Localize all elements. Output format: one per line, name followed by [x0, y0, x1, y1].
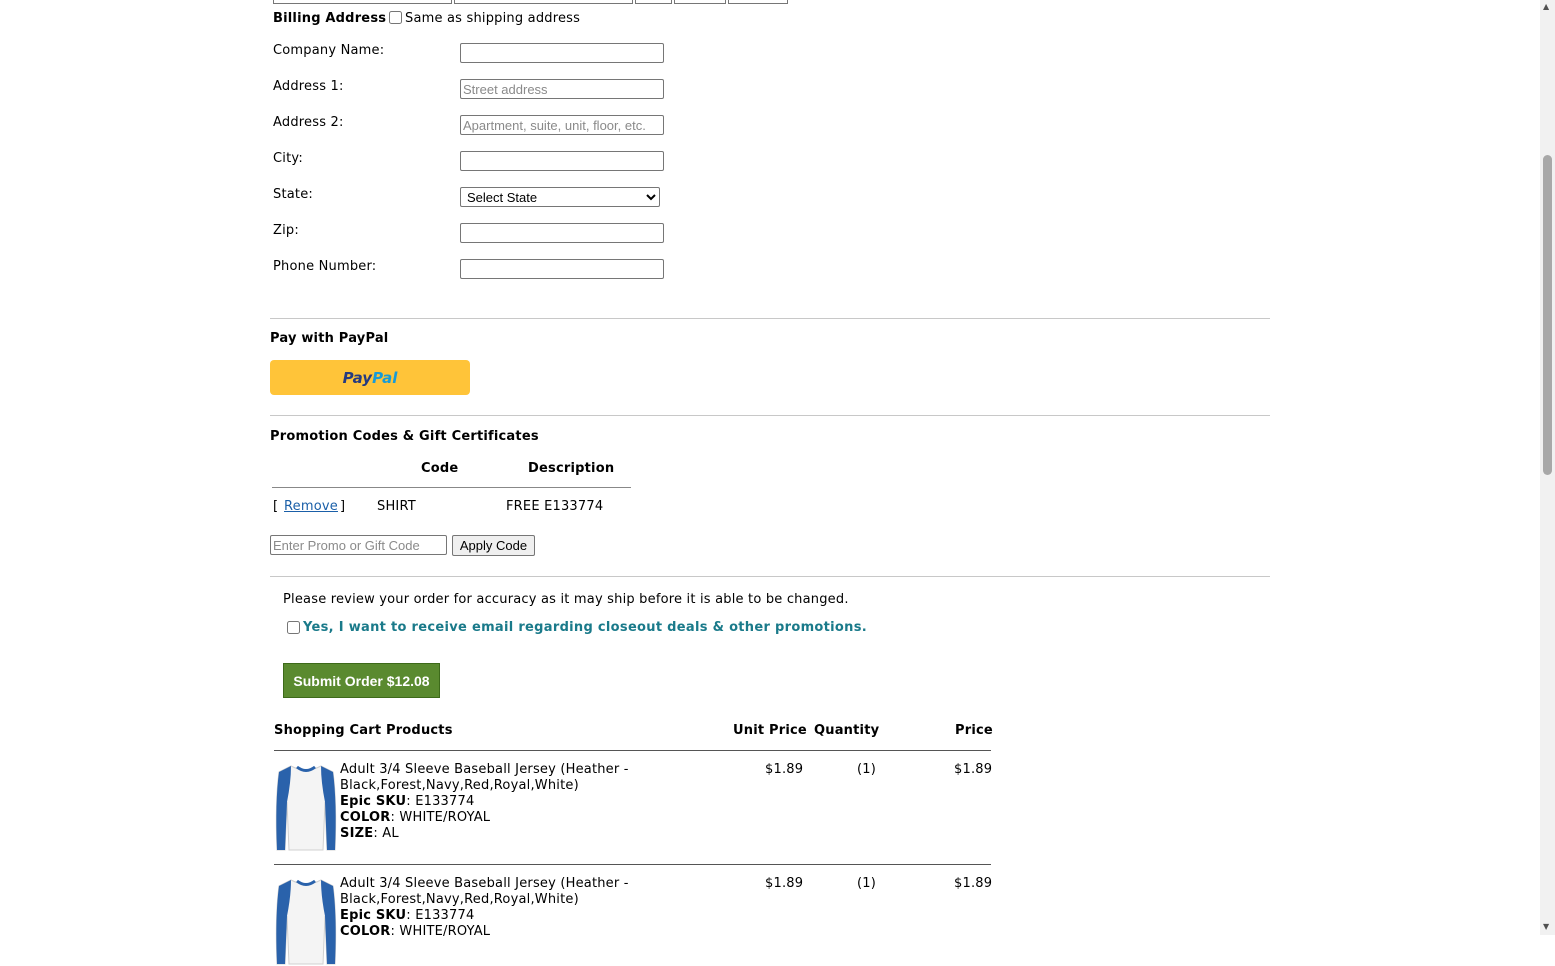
cart-item-quantity: (1)	[857, 762, 877, 777]
submit-order-button[interactable]: Submit Order $12.08	[283, 663, 440, 698]
company-name-input[interactable]	[460, 43, 664, 63]
jersey-image	[275, 879, 337, 965]
review-notice: Please review your order for accuracy as…	[283, 592, 849, 607]
promo-header-code: Code	[421, 461, 459, 476]
promo-row: [ Remove ] SHIRT FREE E133774	[273, 499, 633, 517]
top-partial-input-1[interactable]	[273, 0, 452, 4]
cart-row-rule	[274, 864, 991, 865]
address2-label: Address 2:	[273, 115, 344, 130]
scroll-up-arrow-icon[interactable]: ▲	[1543, 2, 1549, 11]
address2-input[interactable]	[460, 115, 664, 135]
same-as-shipping-checkbox[interactable]	[389, 11, 402, 24]
cart-item-unit-price: $1.89	[765, 762, 804, 777]
top-partial-input-3[interactable]	[635, 0, 672, 4]
cart-item-sku-value: E133774	[415, 908, 475, 923]
cart-header-quantity: Quantity	[814, 723, 880, 738]
cart-item-color: COLOR: WHITE/ROYAL	[340, 924, 491, 939]
email-optin-checkbox[interactable]	[287, 621, 300, 634]
divider-3	[270, 576, 1270, 577]
cart-item-sku: Epic SKU: E133774	[340, 794, 475, 809]
remove-bracket-open: [	[273, 499, 279, 514]
email-optin-label: Yes, I want to receive email regarding c…	[303, 620, 867, 635]
cart-item-price: $1.89	[954, 762, 993, 777]
cart-item-name: Adult 3/4 Sleeve Baseball Jersey (Heathe…	[340, 876, 629, 940]
cart-item-size: SIZE: AL	[340, 826, 399, 841]
cart-item-unit-price: $1.89	[765, 876, 804, 891]
promo-header-description: Description	[528, 461, 615, 476]
paypal-logo-pal: Pal	[372, 368, 398, 387]
cart-header-rule	[274, 750, 991, 751]
address1-input[interactable]	[460, 79, 664, 99]
paypal-logo-pay: Pay	[342, 368, 373, 387]
top-partial-input-4[interactable]	[674, 0, 726, 4]
state-label: State:	[273, 187, 313, 202]
promo-title: Promotion Codes & Gift Certificates	[270, 429, 539, 444]
same-as-shipping-label: Same as shipping address	[405, 11, 581, 26]
city-label: City:	[273, 151, 303, 166]
apply-code-button[interactable]: Apply Code	[452, 535, 535, 556]
zip-input[interactable]	[460, 223, 664, 243]
cart-item-name: Adult 3/4 Sleeve Baseball Jersey (Heathe…	[340, 762, 629, 842]
cart-item-name-line1: Adult 3/4 Sleeve Baseball Jersey (Heathe…	[340, 876, 629, 891]
cart-item-color-value: WHITE/ROYAL	[399, 810, 491, 825]
cart-item-quantity: (1)	[857, 876, 877, 891]
cart-header-products: Shopping Cart Products	[274, 723, 453, 738]
top-partial-input-2[interactable]	[454, 0, 633, 4]
promo-code-value: SHIRT	[377, 499, 416, 514]
city-input[interactable]	[460, 151, 664, 171]
cart-item-name-line2: Black,Forest,Navy,Red,Royal,White)	[340, 892, 579, 907]
promo-code-input[interactable]	[270, 535, 447, 555]
company-name-label: Company Name:	[273, 43, 385, 58]
cart-item-color-value: WHITE/ROYAL	[399, 924, 491, 939]
state-select[interactable]: Select State	[460, 187, 660, 207]
cart-header-unit-price: Unit Price	[733, 723, 807, 738]
phone-label: Phone Number:	[273, 259, 377, 274]
phone-input[interactable]	[460, 259, 664, 279]
zip-label: Zip:	[273, 223, 299, 238]
cart-header-price: Price	[955, 723, 993, 738]
promo-description-value: FREE E133774	[506, 499, 604, 514]
divider-1	[270, 318, 1270, 319]
billing-address-title: Billing Address	[273, 11, 387, 26]
scrollbar-thumb[interactable]	[1543, 155, 1552, 475]
promo-table-rule	[272, 487, 631, 488]
top-partial-input-5[interactable]	[728, 0, 788, 4]
cart-item-sku-value: E133774	[415, 794, 475, 809]
cart-item-sku: Epic SKU: E133774	[340, 908, 475, 923]
remove-bracket-close: ]	[340, 499, 346, 514]
jersey-image	[275, 765, 337, 851]
scroll-down-arrow-icon[interactable]: ▼	[1543, 922, 1549, 931]
address1-label: Address 1:	[273, 79, 344, 94]
cart-item-size-value: AL	[382, 826, 399, 841]
cart-item-name-line1: Adult 3/4 Sleeve Baseball Jersey (Heathe…	[340, 762, 629, 777]
paypal-title: Pay with PayPal	[270, 331, 389, 346]
divider-2	[270, 415, 1270, 416]
remove-promo-link[interactable]: Remove	[284, 499, 338, 514]
cart-item-price: $1.89	[954, 876, 993, 891]
paypal-button[interactable]: Pay Pal	[270, 360, 470, 395]
cart-item-name-line2: Black,Forest,Navy,Red,Royal,White)	[340, 778, 579, 793]
cart-item-color: COLOR: WHITE/ROYAL	[340, 810, 491, 825]
